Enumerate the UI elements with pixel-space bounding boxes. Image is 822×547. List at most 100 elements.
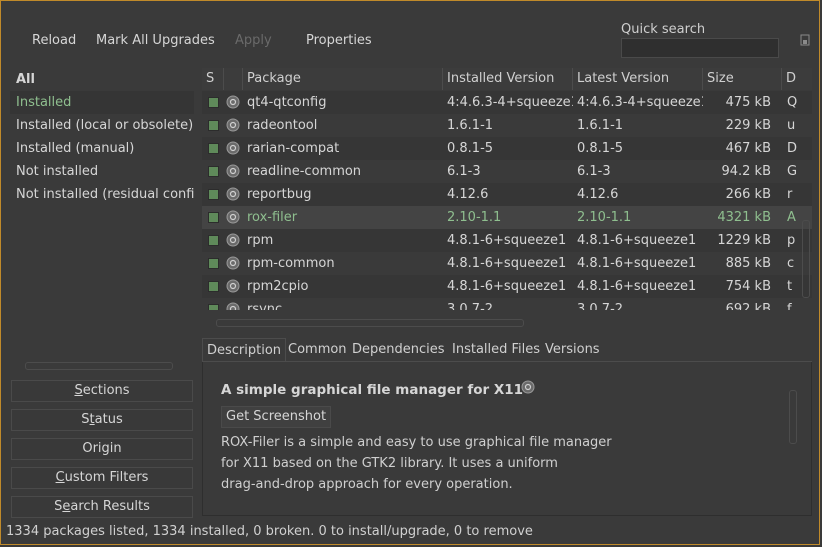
tab-dependencies[interactable]: Dependencies xyxy=(348,338,449,362)
installed-checkbox[interactable] xyxy=(208,166,219,177)
sections-button[interactable]: Sections xyxy=(11,380,193,402)
table-row[interactable]: qt4-qtconfig 4:4.6.3-4+squeeze1 4:4.6.3-4+… xyxy=(202,91,812,114)
cell-name: rpm2cpio xyxy=(247,279,309,294)
installed-checkbox[interactable] xyxy=(208,143,219,154)
column-header-icon[interactable] xyxy=(224,68,243,90)
debian-icon xyxy=(226,187,240,201)
cell-inst: 0.8.1-5 xyxy=(447,141,494,156)
table-row[interactable]: rpm-common 4.8.1-6+squeeze1 4.8.1-6+squeez… xyxy=(202,252,812,275)
origin-mnemonic: O xyxy=(82,441,93,456)
debian-icon xyxy=(226,95,240,109)
table-row[interactable]: rox-filer 2.10-1.1 2.10-1.1 4321 kB A xyxy=(202,206,812,229)
origin-button[interactable]: Origin xyxy=(11,438,193,460)
debian-icon xyxy=(521,380,535,394)
column-header-status[interactable]: S xyxy=(202,68,224,90)
status-button[interactable]: Status xyxy=(11,409,193,431)
installed-checkbox[interactable] xyxy=(208,189,219,200)
filter-installed-local[interactable]: Installed (local or obsolete) xyxy=(10,114,194,137)
quick-search-label: Quick search xyxy=(621,22,706,37)
debian-icon xyxy=(226,141,240,155)
package-table-vscrollbar[interactable] xyxy=(802,220,810,298)
custom-filters-button[interactable]: Custom Filters xyxy=(11,467,193,489)
cell-size: 467 kB xyxy=(725,141,771,156)
table-row[interactable]: rpm 4.8.1-6+squeeze1 4.8.1-6+squeeze1 1229 … xyxy=(202,229,812,252)
cell-name: rarian-compat xyxy=(247,141,340,156)
apply-button[interactable]: Apply xyxy=(235,33,272,48)
description-line: drag-and-drop approach for every operati… xyxy=(221,477,513,492)
reload-button[interactable]: Reload xyxy=(32,33,76,48)
quick-search-input[interactable] xyxy=(621,38,779,58)
cell-size: 692 kB xyxy=(725,302,771,310)
cell-size: 229 kB xyxy=(725,118,771,133)
cell-latest: 2.10-1.1 xyxy=(577,210,632,225)
cell-name: radeontool xyxy=(247,118,318,133)
installed-checkbox[interactable] xyxy=(208,120,219,131)
table-row[interactable]: rarian-compat 0.8.1-5 0.8.1-5 467 kB D xyxy=(202,137,812,160)
column-header-description[interactable]: D xyxy=(782,68,812,90)
filter-all[interactable]: All xyxy=(10,68,194,91)
cell-latest: 4.12.6 xyxy=(577,187,619,202)
get-screenshot-button[interactable]: Get Screenshot xyxy=(221,406,332,428)
column-header-size[interactable]: Size xyxy=(703,68,782,90)
table-row[interactable]: radeontool 1.6.1-1 1.6.1-1 229 kB u xyxy=(202,114,812,137)
installed-checkbox[interactable] xyxy=(208,97,219,108)
filter-installed[interactable]: Installed xyxy=(10,91,194,114)
cell-inst: 4:4.6.3-4+squeeze1 xyxy=(447,95,573,110)
description-text: ROX-Filer is a simple and easy to use gr… xyxy=(221,432,612,495)
cell-inst: 4.8.1-6+squeeze1 xyxy=(447,279,567,294)
cell-size: 4321 kB xyxy=(717,210,771,225)
cell-latest: 3.0.7-2 xyxy=(577,302,624,310)
table-row[interactable]: rpm2cpio 4.8.1-6+squeeze1 4.8.1-6+squeeze1… xyxy=(202,275,812,298)
filter-installed-manual[interactable]: Installed (manual) xyxy=(10,137,194,160)
installed-checkbox[interactable] xyxy=(208,281,219,292)
filter-not-installed[interactable]: Not installed xyxy=(10,160,194,183)
description-line: ROX-Filer is a simple and easy to use gr… xyxy=(221,435,612,450)
custom-filters-label: ustom Filters xyxy=(64,470,149,485)
clear-icon[interactable] xyxy=(800,34,810,46)
installed-checkbox[interactable] xyxy=(208,235,219,246)
cell-latest: 4.8.1-6+squeeze1 xyxy=(577,256,697,271)
tab-installed-files[interactable]: Installed Files xyxy=(448,338,544,362)
cell-size: 94.2 kB xyxy=(721,164,771,179)
cell-inst: 4.12.6 xyxy=(447,187,489,202)
column-header-package[interactable]: Package xyxy=(243,68,443,90)
cell-d: r xyxy=(787,187,793,202)
tab-description[interactable]: Description xyxy=(202,338,287,363)
package-table: S Package Installed Version Latest Versi… xyxy=(202,68,812,310)
sections-label: ections xyxy=(82,383,130,398)
installed-checkbox[interactable] xyxy=(208,304,219,310)
mark-all-upgrades-button[interactable]: Mark All Upgrades xyxy=(96,33,215,48)
description-scrollbar[interactable] xyxy=(789,390,797,444)
cell-d: G xyxy=(787,164,798,179)
column-header-latest-version[interactable]: Latest Version xyxy=(573,68,703,90)
filter-list-scrollbar[interactable] xyxy=(25,362,173,370)
debian-icon xyxy=(226,302,240,310)
cell-size: 266 kB xyxy=(725,187,771,202)
search-results-label: arch Results xyxy=(70,499,150,514)
column-header-installed-version[interactable]: Installed Version xyxy=(443,68,573,90)
search-results-button[interactable]: Search Results xyxy=(11,496,193,518)
cell-latest: 1.6.1-1 xyxy=(577,118,624,133)
status-label: atus xyxy=(94,412,123,427)
cell-inst: 1.6.1-1 xyxy=(447,118,494,133)
cell-size: 1229 kB xyxy=(717,233,771,248)
filter-not-installed-residual[interactable]: Not installed (residual config) xyxy=(10,183,194,206)
tab-common[interactable]: Common xyxy=(284,338,351,362)
status-label-pre: S xyxy=(81,412,90,427)
debian-icon xyxy=(226,118,240,132)
table-row[interactable]: rsync 3.0.7-2 3.0.7-2 692 kB f xyxy=(202,298,812,310)
table-row[interactable]: reportbug 4.12.6 4.12.6 266 kB r xyxy=(202,183,812,206)
debian-icon xyxy=(226,256,240,270)
installed-checkbox[interactable] xyxy=(208,212,219,223)
debian-icon xyxy=(226,233,240,247)
tab-versions[interactable]: Versions xyxy=(541,338,604,362)
debian-icon xyxy=(226,164,240,178)
table-row[interactable]: readline-common 6.1-3 6.1-3 94.2 kB G xyxy=(202,160,812,183)
cell-inst: 2.10-1.1 xyxy=(447,210,502,225)
toolbar: Reload Mark All Upgrades Apply Propertie… xyxy=(0,0,822,66)
properties-button[interactable]: Properties xyxy=(306,33,372,48)
package-table-hscrollbar[interactable] xyxy=(216,319,524,327)
cell-inst: 3.0.7-2 xyxy=(447,302,494,310)
cell-size: 475 kB xyxy=(725,95,771,110)
installed-checkbox[interactable] xyxy=(208,258,219,269)
